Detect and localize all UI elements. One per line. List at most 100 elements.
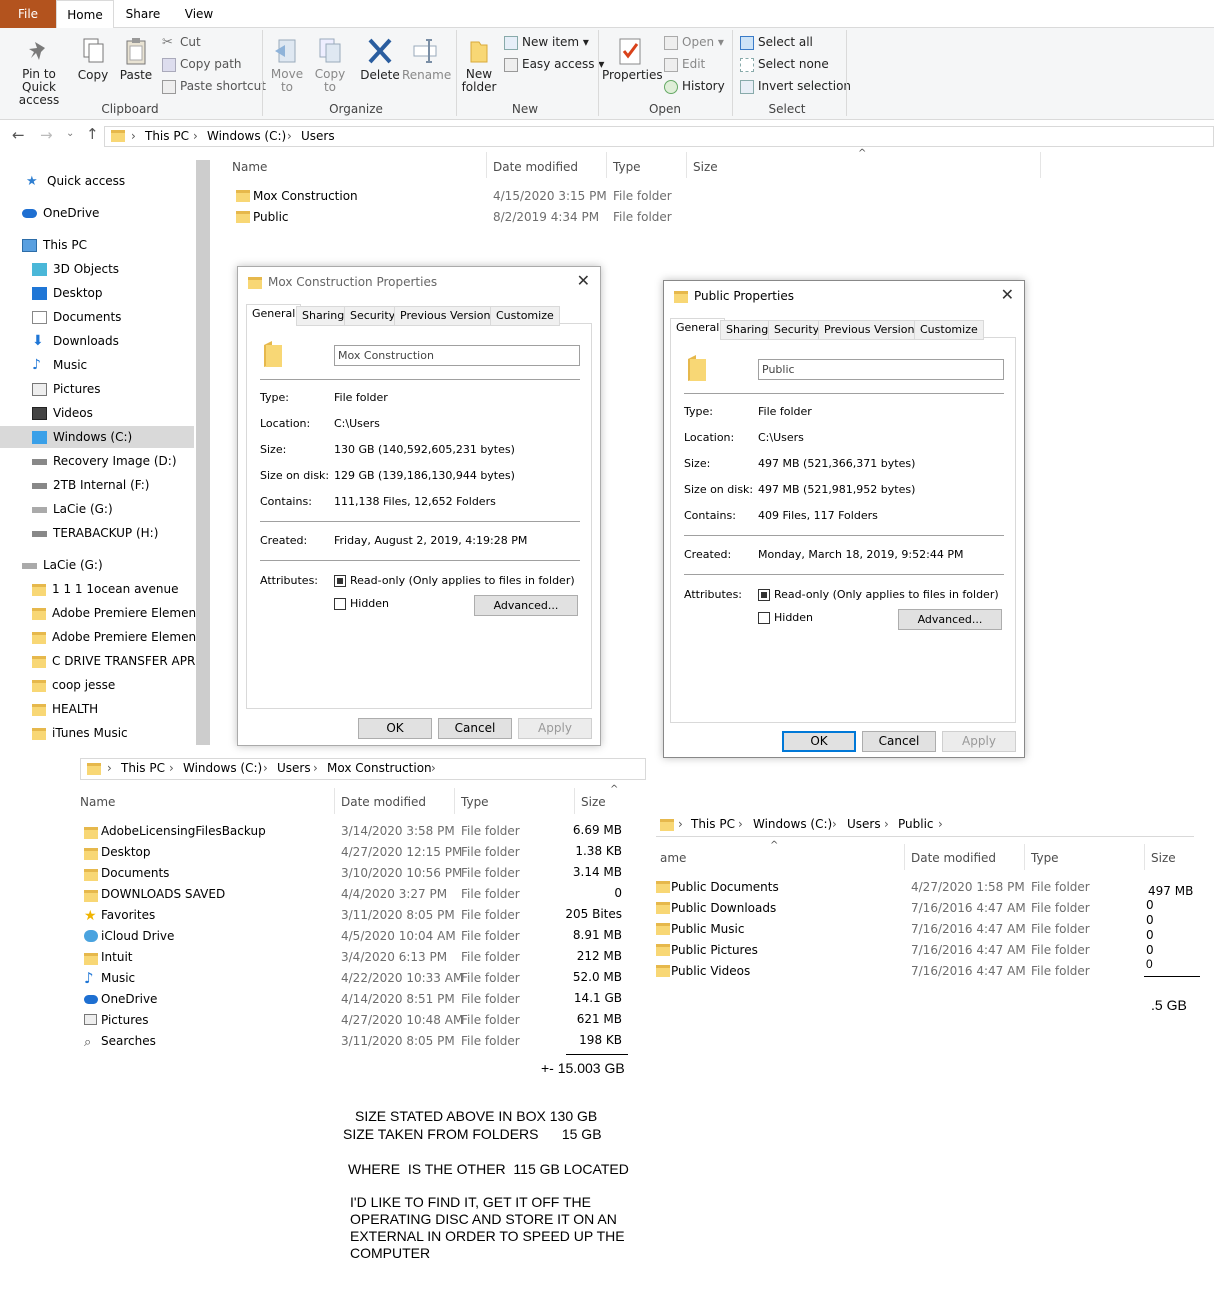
select-all-button[interactable]: Select all — [740, 32, 813, 52]
advanced-button[interactable]: Advanced... — [474, 595, 578, 616]
close-icon[interactable]: ✕ — [577, 271, 590, 290]
column-header-type[interactable]: Type — [613, 160, 641, 174]
nav-item-desktop[interactable]: Desktop — [32, 282, 196, 304]
nav-item-folder[interactable]: C DRIVE TRANSFER APRIL 4 — [32, 650, 196, 672]
breadcrumb-this-pc[interactable]: This PC — [691, 817, 735, 831]
copy-path-button[interactable]: Copy path — [162, 54, 242, 74]
column-header-size[interactable]: Size — [581, 795, 606, 809]
nav-item-terabackup-h[interactable]: TERABACKUP (H:) — [32, 522, 196, 544]
tab-sharing[interactable]: Sharing — [720, 320, 775, 340]
column-header-date[interactable]: Date modified — [493, 160, 578, 174]
tab-previous-versions[interactable]: Previous Versions — [394, 306, 503, 326]
tab-previous-versions[interactable]: Previous Versions — [818, 320, 927, 340]
nav-item-windows-c[interactable]: Windows (C:) — [0, 426, 194, 448]
move-to-button[interactable]: Move to — [268, 36, 306, 94]
nav-item-folder[interactable]: Adobe Premiere Elements I — [32, 626, 196, 648]
address-box[interactable]: › This PC › Windows (C:) › Users — [104, 126, 1214, 147]
breadcrumb-users[interactable]: Users — [847, 817, 881, 831]
select-none-button[interactable]: Select none — [740, 54, 829, 74]
nav-item-this-pc[interactable]: This PC — [22, 234, 192, 256]
advanced-button[interactable]: Advanced... — [898, 609, 1002, 630]
close-icon[interactable]: ✕ — [1001, 285, 1014, 304]
folder-name-field[interactable]: Mox Construction — [334, 345, 580, 366]
breadcrumb-this-pc[interactable]: This PC — [145, 129, 189, 143]
column-header-size[interactable]: Size — [1151, 851, 1176, 865]
nav-item-pictures[interactable]: Pictures — [32, 378, 196, 400]
tab-view[interactable]: View — [172, 0, 226, 28]
tab-customize[interactable]: Customize — [490, 306, 560, 326]
public-address-box[interactable]: › This PC › Windows (C:) › Users › Publi… — [656, 815, 1194, 837]
nav-item-folder[interactable]: iTunes Music — [32, 722, 196, 744]
easy-access-button[interactable]: Easy access ▾ — [504, 54, 604, 74]
nav-item-documents[interactable]: Documents — [32, 306, 196, 328]
apply-button[interactable]: Apply — [942, 731, 1016, 752]
cut-button[interactable]: ✂ Cut — [162, 32, 201, 52]
readonly-checkbox[interactable] — [334, 575, 346, 587]
breadcrumb-windows-c[interactable]: Windows (C:) — [183, 761, 262, 775]
ok-button[interactable]: OK — [358, 718, 432, 739]
breadcrumb-users[interactable]: Users — [277, 761, 311, 775]
nav-item-folder[interactable]: Adobe Premiere Elements / — [32, 602, 196, 624]
nav-item-lacie-g[interactable]: LaCie (G:) — [32, 498, 196, 520]
nav-item-quick-access[interactable]: ★ Quick access — [26, 170, 196, 192]
tab-share[interactable]: Share — [116, 0, 170, 28]
nav-item-folder[interactable]: HEALTH — [32, 698, 196, 720]
cancel-button[interactable]: Cancel — [862, 731, 936, 752]
forward-arrow-icon[interactable]: → — [40, 126, 53, 144]
column-header-name[interactable]: ame — [660, 851, 686, 865]
tab-home[interactable]: Home — [56, 0, 114, 29]
nav-item-recovery-d[interactable]: Recovery Image (D:) — [32, 450, 196, 472]
column-header-type[interactable]: Type — [1031, 851, 1059, 865]
history-button[interactable]: History — [664, 76, 725, 96]
copy-to-button[interactable]: Copy to — [312, 36, 348, 94]
nav-scrollbar[interactable] — [196, 160, 210, 745]
tab-security[interactable]: Security — [344, 306, 402, 326]
properties-button[interactable]: Properties — [602, 36, 663, 82]
tab-general[interactable]: General — [670, 318, 726, 340]
column-header-type[interactable]: Type — [461, 795, 489, 809]
up-arrow-icon[interactable]: ↑ — [86, 125, 99, 143]
new-item-button[interactable]: New item ▾ — [504, 32, 589, 52]
column-header-size[interactable]: Size — [693, 160, 718, 174]
pin-to-quick-access-button[interactable]: Pin to Quick access — [4, 36, 74, 107]
apply-button[interactable]: Apply — [518, 718, 592, 739]
nav-item-videos[interactable]: Videos — [32, 402, 196, 424]
copy-button[interactable]: Copy — [76, 36, 110, 82]
new-folder-button[interactable]: New folder — [460, 36, 498, 94]
breadcrumb-mox-construction[interactable]: Mox Construction — [327, 761, 432, 775]
column-header-date[interactable]: Date modified — [341, 795, 426, 809]
breadcrumb-users[interactable]: Users — [301, 129, 335, 143]
back-arrow-icon[interactable]: ← — [12, 126, 25, 144]
cancel-button[interactable]: Cancel — [438, 718, 512, 739]
tab-general[interactable]: General — [246, 304, 302, 326]
tab-security[interactable]: Security — [768, 320, 826, 340]
hidden-checkbox[interactable] — [758, 612, 770, 624]
nav-item-downloads[interactable]: ⬇ Downloads — [32, 330, 196, 352]
nav-item-lacie-g-root[interactable]: LaCie (G:) — [22, 554, 196, 576]
tab-file[interactable]: File — [0, 0, 56, 28]
readonly-checkbox[interactable] — [758, 589, 770, 601]
folder-name-field[interactable]: Public — [758, 359, 1004, 380]
paste-shortcut-button[interactable]: Paste shortcut — [162, 76, 266, 96]
column-header-name[interactable]: Name — [232, 160, 267, 174]
nav-item-2tb-internal-f[interactable]: 2TB Internal (F:) — [32, 474, 196, 496]
breadcrumb-this-pc[interactable]: This PC — [121, 761, 165, 775]
tab-sharing[interactable]: Sharing — [296, 306, 351, 326]
paste-button[interactable]: Paste — [116, 36, 156, 82]
column-header-name[interactable]: Name — [80, 795, 115, 809]
nav-item-folder[interactable]: 1 1 1 1ocean avenue — [32, 578, 196, 600]
tab-customize[interactable]: Customize — [914, 320, 984, 340]
column-header-date[interactable]: Date modified — [911, 851, 996, 865]
breadcrumb-windows-c[interactable]: Windows (C:) — [207, 129, 286, 143]
nav-item-folder[interactable]: coop jesse — [32, 674, 196, 696]
nav-item-3d-objects[interactable]: 3D Objects — [32, 258, 196, 280]
breadcrumb-windows-c[interactable]: Windows (C:) — [753, 817, 832, 831]
breadcrumb-public[interactable]: Public — [898, 817, 934, 831]
delete-button[interactable]: Delete — [360, 36, 400, 82]
edit-button[interactable]: Edit — [664, 54, 705, 74]
mox-address-box[interactable]: › This PC › Windows (C:) › Users › Mox C… — [80, 758, 646, 780]
ok-button[interactable]: OK — [782, 731, 856, 752]
invert-selection-button[interactable]: Invert selection — [740, 76, 851, 96]
recent-locations-icon[interactable]: ⌄ — [66, 128, 74, 139]
open-button[interactable]: Open ▾ — [664, 32, 724, 52]
